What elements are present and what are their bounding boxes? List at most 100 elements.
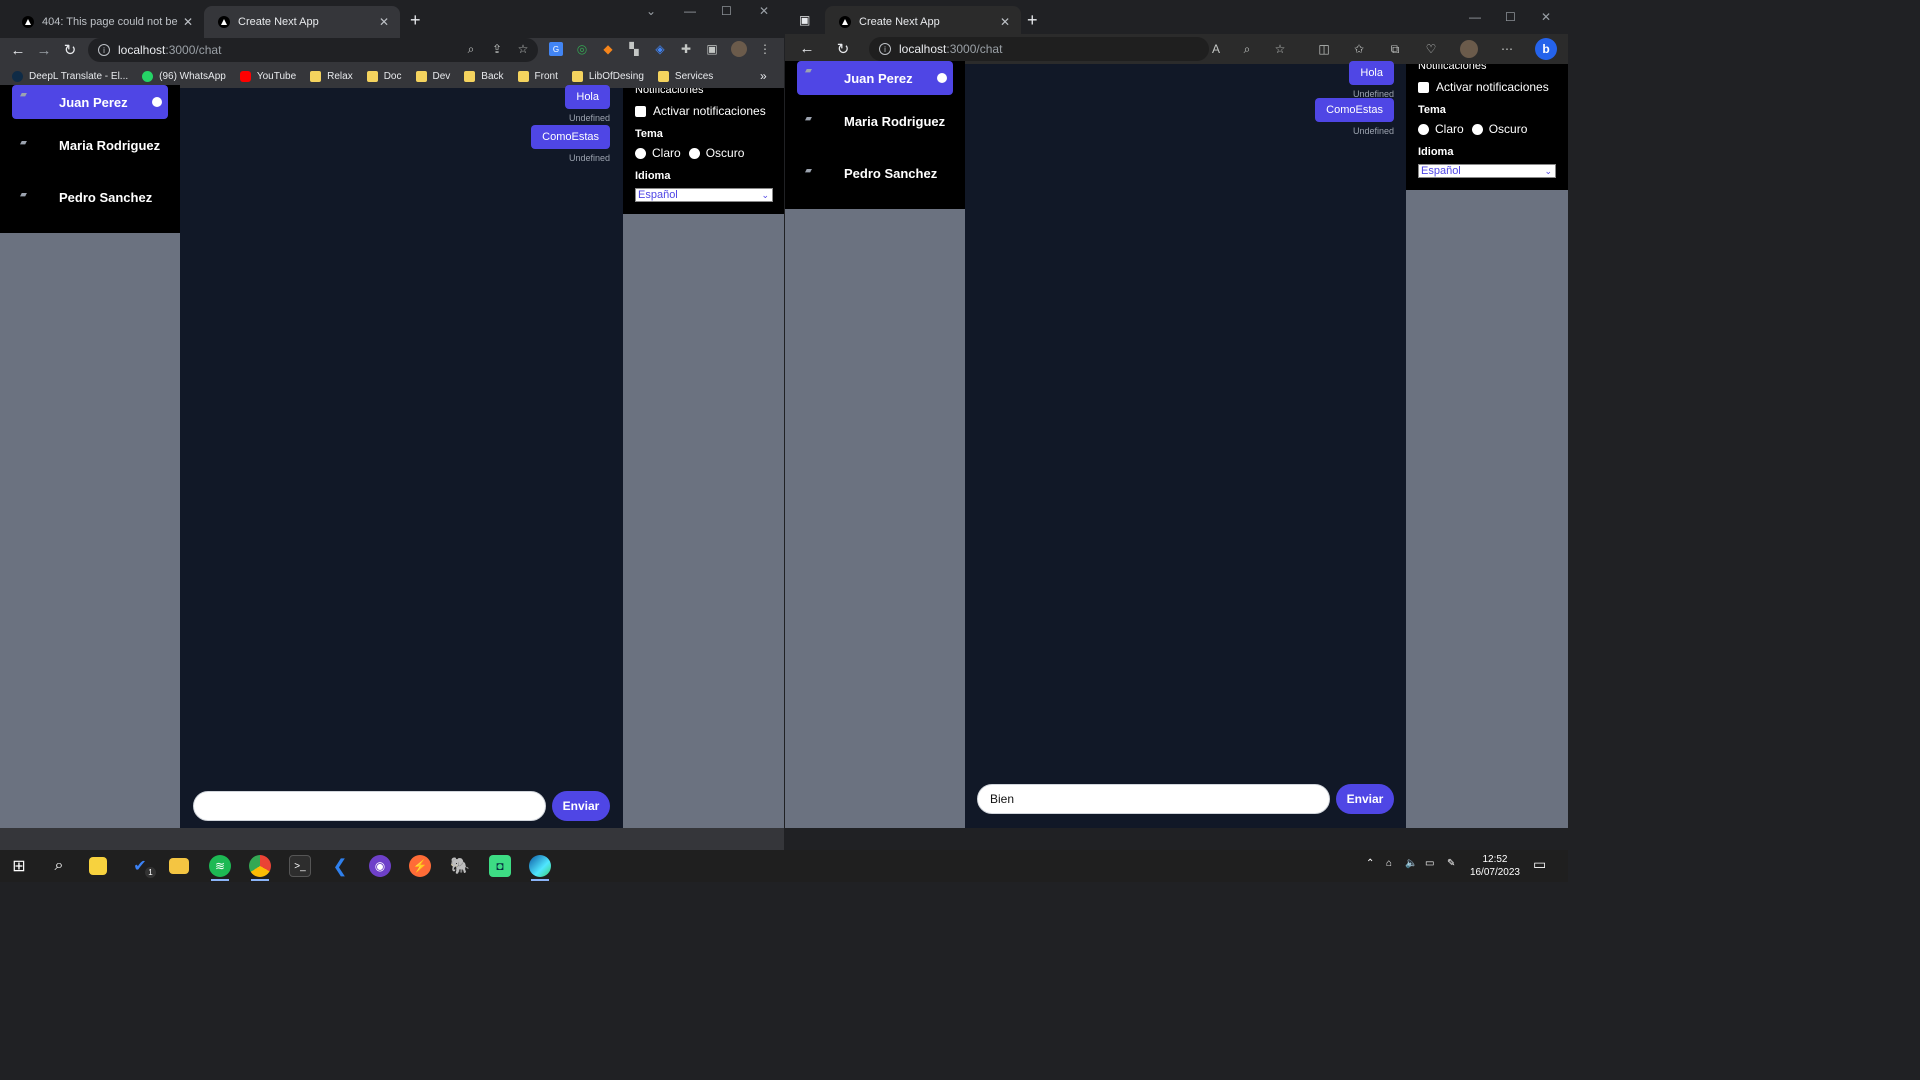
maximize-icon[interactable]: ☐ <box>1505 10 1516 24</box>
address-bar[interactable]: i localhost:3000/chat <box>869 37 1209 61</box>
terminal-icon[interactable]: >_ <box>289 855 311 877</box>
tab-404[interactable]: 404: This page could not be foun ✕ <box>8 6 204 38</box>
settings-more-icon[interactable]: ⋯ <box>1500 42 1514 56</box>
windows-start-icon[interactable]: ⊞ <box>8 855 30 877</box>
chrome-icon[interactable] <box>249 855 271 877</box>
volume-icon[interactable]: 🔈 <box>1405 858 1417 869</box>
message-input[interactable] <box>193 791 546 821</box>
tag-extension-icon[interactable]: ◈ <box>653 42 667 56</box>
contact-juan-perez[interactable]: ▰ Juan Perez <box>12 85 168 119</box>
bookmark-star-icon[interactable]: ☆ <box>516 42 530 56</box>
contact-maria-rodriguez[interactable]: ▰ Maria Rodriguez <box>12 119 168 171</box>
postman-icon[interactable]: ⚡ <box>409 855 431 877</box>
chrome-menu-icon[interactable]: ⋮ <box>758 42 772 56</box>
clock-time: 12:52 <box>1482 854 1508 865</box>
share-icon[interactable]: ⇪ <box>490 42 504 56</box>
forward-icon[interactable]: → <box>31 42 57 59</box>
system-clock[interactable]: 12:52 16/07/2023 <box>1470 853 1520 879</box>
theme-light-radio[interactable] <box>1418 123 1429 135</box>
meet-now-icon[interactable]: ⌂ <box>1386 858 1392 869</box>
bookmark-folder-doc[interactable]: Doc <box>366 70 402 82</box>
bookmark-youtube[interactable]: YouTube <box>239 70 296 82</box>
contact-juan-perez[interactable]: ▰ Juan Perez <box>797 61 953 95</box>
notifications-center-icon[interactable]: ▭ <box>1533 856 1546 873</box>
bookmark-folder-relax[interactable]: Relax <box>310 70 353 82</box>
reload-icon[interactable]: ↻ <box>830 40 856 58</box>
maximize-icon[interactable]: ☐ <box>721 4 732 18</box>
notifications-checkbox[interactable] <box>1418 81 1429 93</box>
contact-maria-rodriguez[interactable]: ▰ Maria Rodriguez <box>797 95 953 147</box>
site-info-icon[interactable]: i <box>879 43 891 55</box>
theme-dark-radio[interactable] <box>1471 123 1483 135</box>
bookmark-whatsapp[interactable]: (96) WhatsApp <box>142 70 226 82</box>
bookmark-deepl[interactable]: DeepL Translate - El... <box>12 70 128 82</box>
profile-avatar[interactable] <box>1460 40 1478 58</box>
close-tab-icon[interactable]: ✕ <box>997 15 1013 29</box>
file-explorer-icon[interactable] <box>169 858 189 874</box>
bing-copilot-icon[interactable]: b <box>1535 38 1557 60</box>
profile-avatar[interactable] <box>731 41 747 57</box>
edge-icon[interactable] <box>529 855 551 877</box>
github-desktop-icon[interactable]: ◉ <box>369 855 391 877</box>
new-tab-icon[interactable]: + <box>410 11 421 29</box>
android-studio-icon[interactable]: ◘ <box>489 855 511 877</box>
clock-date: 16/07/2023 <box>1469 867 1520 878</box>
side-panel-icon[interactable]: ▣ <box>705 42 719 56</box>
bookmark-folder-services[interactable]: Services <box>657 70 713 82</box>
postgresql-icon[interactable]: 🐘 <box>449 855 471 877</box>
edge-window: ▣ Create Next App ✕ + — ☐ ✕ ← ↻ i localh… <box>785 0 1568 850</box>
sticky-notes-icon[interactable] <box>89 857 107 875</box>
address-bar[interactable]: i localhost:3000/chat ⌕ ⇪ ☆ <box>88 38 538 62</box>
back-icon[interactable]: ← <box>794 40 820 57</box>
close-tab-icon[interactable]: ✕ <box>376 15 392 29</box>
zoom-icon[interactable]: ⌕ <box>464 42 478 56</box>
contacts-sidebar: ▰ Juan Perez ▰ Maria Rodriguez ▰ Pedro S… <box>0 85 180 828</box>
send-button[interactable]: Enviar <box>1336 784 1394 814</box>
spotify-icon[interactable]: ≋ <box>209 855 231 877</box>
message-input[interactable] <box>977 784 1330 814</box>
translate-extension-icon[interactable]: G <box>549 42 563 56</box>
language-select[interactable]: Español ⌄ <box>635 188 773 202</box>
favorites-icon[interactable]: ✩ <box>1352 42 1366 56</box>
more-bookmarks-icon[interactable]: » <box>760 69 767 83</box>
read-aloud-icon[interactable]: A <box>1209 42 1223 56</box>
extension-green-icon[interactable]: ◎ <box>575 42 589 56</box>
split-screen-icon[interactable]: ◫ <box>1317 42 1331 56</box>
collections-icon[interactable]: ⧉ <box>1388 42 1402 56</box>
zoom-icon[interactable]: ⌕ <box>1240 42 1254 56</box>
bookmark-folder-dev[interactable]: Dev <box>415 70 450 82</box>
bookmark-folder-front[interactable]: Front <box>517 70 558 82</box>
bookmark-folder-back[interactable]: Back <box>464 70 504 82</box>
back-icon[interactable]: ← <box>5 42 31 59</box>
metamask-icon[interactable]: ◆ <box>601 42 615 56</box>
contact-pedro-sanchez[interactable]: ▰ Pedro Sanchez <box>12 171 168 223</box>
search-icon[interactable]: ⌕ <box>48 855 70 877</box>
pen-icon[interactable]: ✎ <box>1447 858 1455 869</box>
extension-icon[interactable]: ▚ <box>627 42 641 56</box>
close-window-icon[interactable]: ✕ <box>1541 10 1551 24</box>
minimize-icon[interactable]: — <box>684 4 696 18</box>
site-info-icon[interactable]: i <box>98 44 110 56</box>
tab-actions-icon[interactable]: ▣ <box>799 13 810 27</box>
performance-icon[interactable]: ♡ <box>1424 42 1438 56</box>
vscode-icon[interactable]: ❮ <box>329 855 351 877</box>
network-icon[interactable]: ▭ <box>1425 858 1434 869</box>
minimize-icon[interactable]: — <box>1469 10 1481 24</box>
notifications-checkbox[interactable] <box>635 105 646 117</box>
tab-search-icon[interactable]: ⌄ <box>646 4 656 18</box>
toolbar: ← → ↻ i localhost:3000/chat ⌕ ⇪ ☆ G ◎ ◆ … <box>0 38 784 62</box>
language-select[interactable]: Español ⌄ <box>1418 164 1556 178</box>
close-tab-icon[interactable]: ✕ <box>180 15 196 29</box>
contact-pedro-sanchez[interactable]: ▰ Pedro Sanchez <box>797 147 953 199</box>
bookmark-folder-libofdesing[interactable]: LibOfDesing <box>571 70 644 82</box>
send-button[interactable]: Enviar <box>552 791 610 821</box>
theme-light-radio[interactable] <box>635 147 646 159</box>
close-window-icon[interactable]: ✕ <box>759 4 769 18</box>
extensions-puzzle-icon[interactable]: ✚ <box>679 42 693 56</box>
new-tab-icon[interactable]: + <box>1027 11 1038 29</box>
reload-icon[interactable]: ↻ <box>57 41 83 59</box>
theme-dark-radio[interactable] <box>688 147 700 159</box>
tab-create-next-app[interactable]: Create Next App ✕ <box>204 6 400 38</box>
favorite-star-icon[interactable]: ☆ <box>1273 42 1287 56</box>
tray-overflow-icon[interactable]: ⌃ <box>1366 858 1374 869</box>
